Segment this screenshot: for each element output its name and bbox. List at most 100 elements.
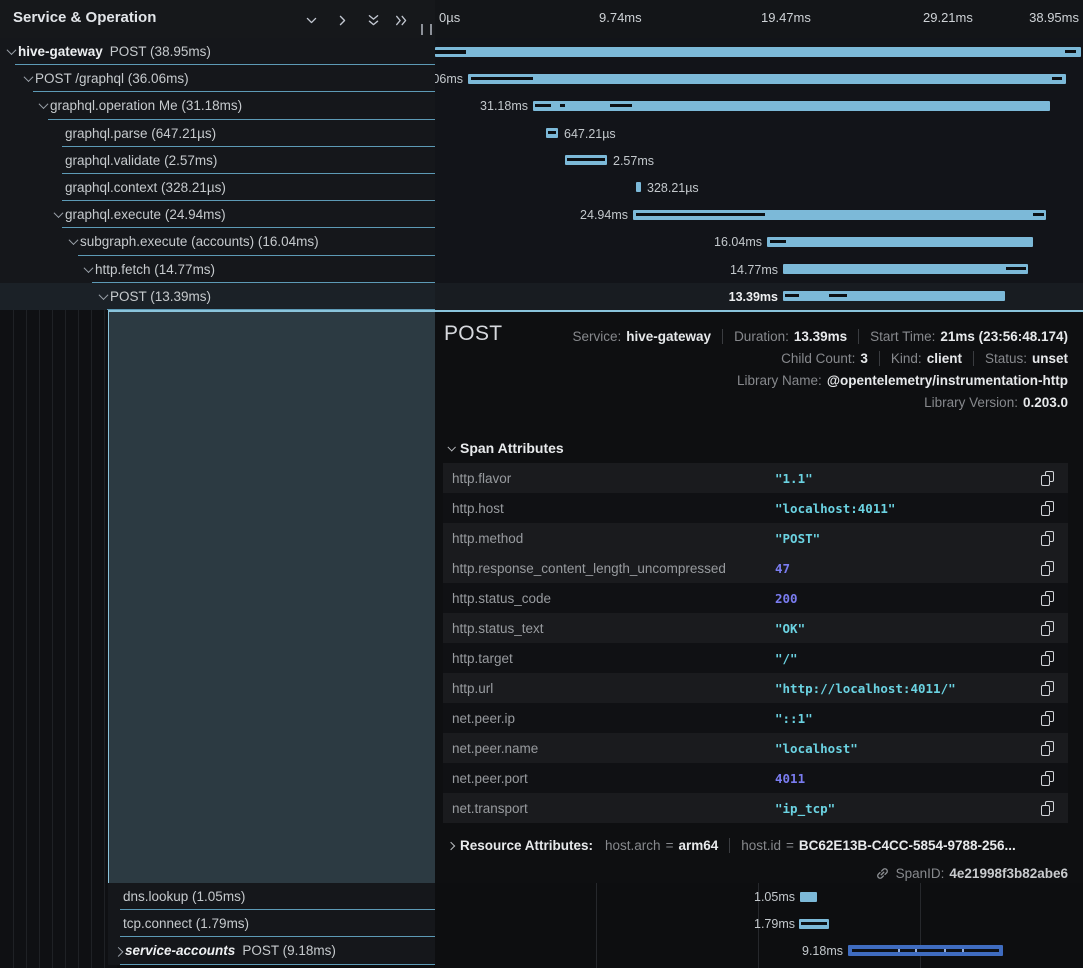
attribute-row[interactable]: http.target "/" (443, 643, 1068, 673)
link-icon[interactable] (875, 866, 890, 881)
span-bar[interactable] (783, 264, 1028, 274)
resource-attributes-toggle[interactable]: Resource Attributes: host.arch = arm64 h… (444, 838, 1068, 853)
tree-row[interactable]: subgraph.execute (accounts) (16.04ms) (0, 228, 435, 255)
copy-icon[interactable] (1041, 801, 1055, 816)
span-bar[interactable] (636, 182, 641, 192)
span-duration-label: 24.94ms (580, 208, 628, 222)
tree-row-selected[interactable]: POST (13.39ms) (0, 283, 435, 310)
copy-icon[interactable] (1041, 621, 1055, 636)
span-bar[interactable] (565, 155, 607, 165)
attribute-row[interactable]: net.peer.ip "::1" (443, 703, 1068, 733)
service-name: hive-gateway (18, 44, 103, 59)
expand-all-button[interactable] (392, 11, 410, 29)
attribute-key: net.transport (452, 801, 528, 816)
collapse-one-button[interactable] (302, 11, 320, 29)
attribute-row[interactable]: net.transport "ip_tcp" (443, 793, 1068, 823)
column-resizer-grip[interactable] (421, 24, 432, 35)
chevron-right-icon[interactable] (112, 944, 125, 957)
operation-name: graphql.parse (647.21µs) (65, 126, 216, 141)
span-bar-rows-bottom: 1.05ms 1.79ms 9.18ms (435, 883, 1083, 965)
tree-row[interactable]: graphql.execute (24.94ms) (0, 201, 435, 228)
span-bar[interactable] (546, 128, 558, 138)
copy-icon[interactable] (1041, 741, 1055, 756)
attribute-row[interactable]: http.status_code 200 (443, 583, 1068, 613)
attribute-row[interactable]: net.peer.name "localhost" (443, 733, 1068, 763)
span-row[interactable]: 24.94ms (435, 201, 1083, 228)
copy-icon[interactable] (1041, 771, 1055, 786)
span-row[interactable]: 328.21µs (435, 174, 1083, 201)
tree-row[interactable]: service-accounts POST (9.18ms) (108, 937, 435, 964)
span-row-selected[interactable]: 13.39ms (435, 283, 1083, 310)
span-bar[interactable] (783, 291, 1005, 301)
expand-one-button[interactable] (333, 11, 351, 29)
tree-row[interactable]: graphql.context (328.21µs) (0, 174, 435, 201)
copy-icon[interactable] (1041, 531, 1055, 546)
attribute-value: "http://localhost:4011/" (775, 681, 956, 696)
span-row[interactable]: 38.95ms (435, 38, 1083, 65)
attribute-row[interactable]: net.peer.port 4011 (443, 763, 1068, 793)
copy-icon[interactable] (1041, 501, 1055, 516)
span-bar[interactable] (767, 237, 1033, 247)
service-value: hive-gateway (626, 329, 711, 344)
attribute-key: http.status_text (452, 621, 544, 636)
chevron-down-icon[interactable] (37, 99, 50, 112)
tree-row[interactable]: http.fetch (14.77ms) (0, 256, 435, 283)
span-bar[interactable] (800, 892, 817, 902)
collapse-all-button[interactable] (364, 11, 382, 29)
attribute-row[interactable]: http.method "POST" (443, 523, 1068, 553)
operation-name: POST /graphql (36.06ms) (35, 71, 189, 86)
span-bar[interactable] (533, 101, 1050, 111)
tree-row[interactable]: hive-gateway POST (38.95ms) (0, 38, 435, 65)
span-bar[interactable] (848, 945, 1003, 956)
chevron-down-icon[interactable] (5, 45, 18, 58)
span-row[interactable]: 36.06ms (435, 65, 1083, 92)
tick-label: 9.74ms (599, 10, 642, 25)
span-row[interactable]: 647.21µs (435, 120, 1083, 147)
tree-row[interactable]: graphql.validate (2.57ms) (0, 147, 435, 174)
attribute-row[interactable]: http.flavor "1.1" (443, 463, 1068, 493)
copy-icon[interactable] (1041, 681, 1055, 696)
tree-row[interactable]: dns.lookup (1.05ms) (108, 883, 435, 910)
chevron-down-icon[interactable] (67, 235, 80, 248)
chevron-down-icon[interactable] (52, 208, 65, 221)
span-tree-bottom: dns.lookup (1.05ms) tcp.connect (1.79ms)… (108, 883, 435, 965)
tree-row[interactable]: POST /graphql (36.06ms) (0, 65, 435, 92)
copy-icon[interactable] (1041, 711, 1055, 726)
span-row[interactable]: 1.05ms (435, 883, 1083, 910)
service-label: Service: (572, 329, 621, 344)
tree-row[interactable]: graphql.parse (647.21µs) (0, 120, 435, 147)
span-row[interactable]: 2.57ms (435, 147, 1083, 174)
attribute-row[interactable]: http.response_content_length_uncompresse… (443, 553, 1068, 583)
span-detail-title: POST (444, 322, 502, 346)
double-chevron-down-icon (366, 13, 381, 28)
attribute-value: 200 (775, 591, 798, 606)
attribute-row[interactable]: http.url "http://localhost:4011/" (443, 673, 1068, 703)
span-row[interactable]: 1.79ms (435, 910, 1083, 937)
copy-icon[interactable] (1041, 471, 1055, 486)
span-row[interactable]: 16.04ms (435, 228, 1083, 255)
span-bar[interactable] (435, 47, 1081, 57)
resource-key: host.id (741, 838, 781, 853)
tree-row[interactable]: graphql.operation Me (31.18ms) (0, 92, 435, 119)
span-row[interactable]: 14.77ms (435, 256, 1083, 283)
copy-icon[interactable] (1041, 561, 1055, 576)
copy-icon[interactable] (1041, 651, 1055, 666)
child-count-label: Child Count: (781, 351, 855, 366)
span-detail-header: Service: hive-gateway Duration: 13.39ms … (572, 325, 1068, 413)
attribute-row[interactable]: http.status_text "OK" (443, 613, 1068, 643)
span-attributes-table: http.flavor "1.1" http.host "localhost:4… (443, 463, 1068, 823)
span-bar[interactable] (468, 74, 1066, 84)
chevron-down-icon[interactable] (97, 290, 110, 303)
span-row[interactable]: 9.18ms (435, 937, 1083, 964)
span-bar[interactable] (799, 919, 829, 929)
chevron-down-icon[interactable] (82, 263, 95, 276)
span-bar[interactable] (633, 210, 1046, 220)
tree-row[interactable]: tcp.connect (1.79ms) (108, 910, 435, 937)
timeline-ruler[interactable]: 0µs 9.74ms 19.47ms 29.21ms 38.95ms (435, 0, 1083, 39)
chevron-down-icon[interactable] (22, 72, 35, 85)
attribute-row[interactable]: http.host "localhost:4011" (443, 493, 1068, 523)
span-attributes-toggle[interactable]: Span Attributes (444, 440, 564, 456)
service-name: service-accounts (125, 943, 235, 958)
span-row[interactable]: 31.18ms (435, 92, 1083, 119)
copy-icon[interactable] (1041, 591, 1055, 606)
